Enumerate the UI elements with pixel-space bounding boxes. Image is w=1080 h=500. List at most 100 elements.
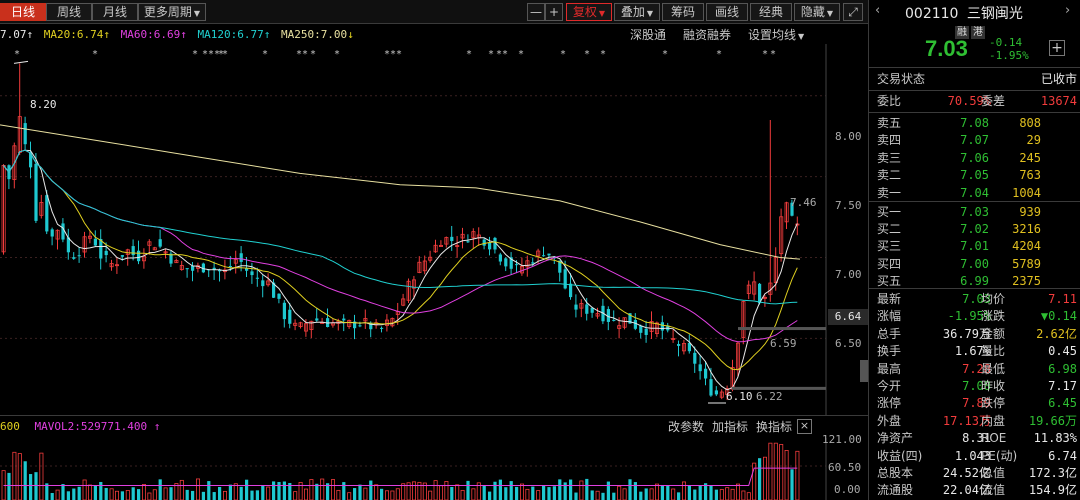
stats-row: 总手 36.79万 金额 2.62亿 [869,325,1080,343]
candle-body [612,319,616,321]
buy-price: 7.03 [960,205,989,219]
volume-bar [542,485,546,500]
zoom-out-button[interactable]: — [527,3,545,21]
hide-button[interactable]: 隐藏 ▼ [794,3,840,21]
price-chart[interactable]: * * * * * *** * * * * * * * * * * * * * * * * * * * * [0,44,868,416]
buy-row[interactable]: 买四 7.00 5789 [869,255,1080,273]
candle-body [515,264,519,266]
volume-bar [655,483,660,500]
candle-body [50,229,54,237]
switch-indicator-link[interactable]: 换指标 [756,418,792,436]
tab-daily[interactable]: 日线 [0,3,46,21]
candle-body [709,379,713,396]
volume-bar [255,490,259,500]
set-ma-link[interactable]: 设置均线 ▼ [748,26,804,44]
trade-status-row: 交易状态 已收市 [869,70,1080,88]
volume-bar [207,481,211,500]
fullscreen-icon[interactable]: ⤢ [843,3,863,21]
tab-more-periods[interactable]: 更多周期 ▼ [138,3,206,21]
volume-bar [277,481,281,500]
candle-body [45,195,49,232]
prev-stock-icon[interactable]: ‹ [875,3,880,18]
volume-bar [725,487,730,500]
classic-button[interactable]: 经典 [750,3,792,21]
buy-row[interactable]: 买一 7.03 939 [869,203,1080,221]
volume-bar [428,490,433,500]
stat-value: 7.17 [1048,379,1077,393]
buy-row[interactable]: 买二 7.02 3216 [869,220,1080,238]
stat-value: 6.45 [1048,396,1077,411]
hide-label: 隐藏 [800,5,825,19]
quote-panel: ‹ 002110 三钢闽光 › 融 港 7.03 -0.14 -1.95% + … [869,0,1080,500]
volume-bar [466,480,470,500]
overlay-button[interactable]: 叠加 ▼ [614,3,660,21]
event-marker: * [192,49,198,60]
candle-body [687,342,691,352]
event-marker: * [502,49,508,60]
event-marker: * [92,49,98,60]
event-marker: * [222,49,228,60]
stat-label: 换手 [877,344,902,359]
volume-bar [773,442,778,500]
stats-row: 换手 1.67% 量比 0.45 [869,342,1080,360]
volume-bar [741,490,746,500]
sell-row[interactable]: 卖五 7.08 808 [869,114,1080,132]
ma5-value: 7.07 [0,28,27,41]
kline-chart-area[interactable]: 日线 周线 月线 更多周期 ▼ — + 复权 ▼ 叠加 ▼ 筹码 画线 经典 隐藏 ▼ … [0,0,868,500]
candle-body [255,277,259,279]
volume-bar [309,479,314,500]
sell-row[interactable]: 卖四 7.07 29 [869,131,1080,149]
volume-bar [450,486,454,500]
sell-row[interactable]: 卖一 7.04 1004 [869,184,1080,202]
volume-bar [250,490,254,500]
volume-bar [152,489,157,500]
add-indicator-link[interactable]: 加指标 [712,418,748,436]
mavol-line [3,467,798,486]
volume-bar [50,492,54,500]
up-arrow-icon: ↑ [153,420,161,433]
edit-params-link[interactable]: 改参数 [668,418,704,436]
sell-row[interactable]: 卖二 7.05 763 [869,166,1080,184]
volume-bar [763,456,768,500]
event-marker: * [560,49,566,60]
volume-bar [746,492,751,500]
stat-label: PE(动) [981,448,1018,463]
buy-row[interactable]: 买三 7.01 4204 [869,237,1080,255]
stats-row: 最高 7.28 最低 6.98 [869,360,1080,378]
chips-button[interactable]: 筹码 [662,3,704,21]
overlay-label: 叠加 [620,5,645,19]
stat-label: 金额 [981,326,1006,341]
stat-label: 涨停 [877,396,902,411]
volume-bar [590,490,594,500]
shenzhen-connect-link[interactable]: 深股通 [630,26,666,44]
draw-line-button[interactable]: 画线 [706,3,748,21]
volume-bar [795,450,800,500]
margin-trading-link[interactable]: 融资融券 [683,26,731,44]
tab-weekly[interactable]: 周线 [46,3,92,21]
add-watchlist-button[interactable]: + [1049,40,1065,56]
chart-scroll-handle[interactable] [860,360,868,382]
buy-volume: 2375 [1012,273,1041,288]
buy-row[interactable]: 买五 6.99 2375 [869,272,1080,290]
fuquan-button[interactable]: 复权 ▼ [566,3,612,21]
volume-bar [233,483,238,500]
volume-bar [222,490,227,500]
change-percent: -1.95% [989,49,1029,62]
volume-chart[interactable] [0,438,868,500]
candle-body [574,304,578,310]
stats-row: 总股本 24.52亿 总值 172.3亿 [869,464,1080,482]
zoom-in-button[interactable]: + [545,3,563,21]
volume-value: 600 [0,420,20,433]
next-stock-icon[interactable]: › [1065,3,1070,18]
tab-monthly[interactable]: 月线 [92,3,138,21]
recent-high-annotation: 7.46 [790,196,817,209]
volume-bar [99,481,103,500]
candle-body [698,364,702,372]
close-icon[interactable]: × [797,419,812,434]
volume-bar [347,492,352,500]
candle-body [660,322,664,331]
volume-bar [212,492,216,500]
sell-price: 7.04 [960,185,989,200]
volume-bar [444,481,449,500]
sell-row[interactable]: 卖三 7.06 245 [869,149,1080,167]
